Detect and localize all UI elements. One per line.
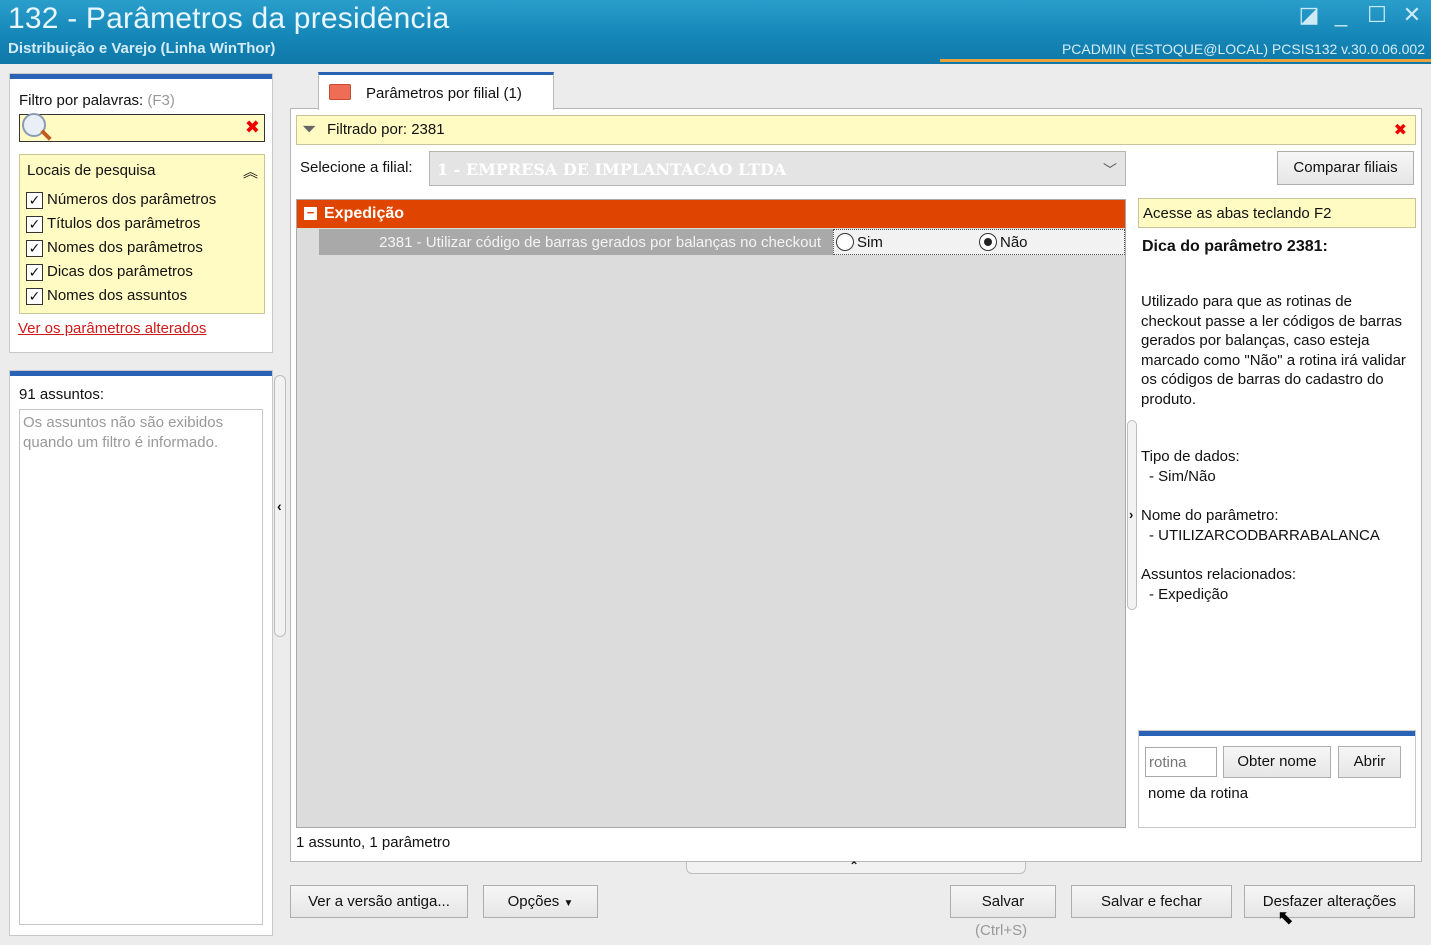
maximize-icon[interactable]: ☐ bbox=[1366, 4, 1388, 26]
options-button[interactable]: Opções ▼ bbox=[483, 885, 598, 918]
window-subtitle: Distribuição e Varejo (Linha WinThor) bbox=[8, 40, 276, 57]
tab-branch-parameters[interactable]: Parâmetros por filial (1) bbox=[318, 72, 554, 110]
panel-accent-bar bbox=[10, 371, 272, 376]
option-label: Nomes dos parâmetros bbox=[47, 239, 203, 256]
search-input[interactable]: ✖ bbox=[19, 113, 265, 142]
checkbox-icon[interactable]: ✓ bbox=[26, 287, 43, 305]
filter-bar-text: Filtrado por: 2381 bbox=[327, 121, 445, 138]
window-title: 132 - Parâmetros da presidência bbox=[8, 2, 450, 35]
option-param-titles[interactable]: ✓ Títulos dos parâmetros bbox=[26, 215, 216, 239]
mouse-cursor-icon: ⬉ bbox=[1277, 907, 1294, 929]
option-label: Números dos parâmetros bbox=[47, 191, 217, 208]
checkbox-icon[interactable]: ✓ bbox=[26, 263, 43, 281]
minimize-icon[interactable]: _ bbox=[1330, 4, 1352, 26]
clear-search-icon[interactable]: ✖ bbox=[245, 117, 260, 138]
locations-options: ✓ Números dos parâmetros ✓ Títulos dos par… bbox=[26, 191, 216, 311]
filter-panel: Filtro por palavras: (F3) ✖ Locais de pe… bbox=[9, 73, 273, 353]
option-label: Dicas dos parâmetros bbox=[47, 263, 193, 280]
branch-select[interactable]: 1 - EMPRESA DE IMPLANTACAO LTDA ﹀ bbox=[429, 151, 1126, 186]
option-param-tips[interactable]: ✓ Dicas dos parâmetros bbox=[26, 263, 216, 287]
undo-changes-button[interactable]: Desfazer alterações bbox=[1244, 885, 1415, 918]
compare-branches-button[interactable]: Comparar filiais bbox=[1277, 151, 1414, 185]
close-icon[interactable]: ✕ bbox=[1401, 4, 1423, 26]
changed-params-link[interactable]: Ver os parâmetros alterados bbox=[18, 320, 206, 337]
right-splitter[interactable]: › bbox=[1127, 420, 1137, 610]
left-splitter[interactable]: ‹ bbox=[274, 375, 286, 637]
save-shortcut: (Ctrl+S) bbox=[975, 922, 1028, 939]
expand-bottom-icon[interactable]: ⌃ bbox=[849, 859, 859, 873]
option-param-names[interactable]: ✓ Nomes dos parâmetros bbox=[26, 239, 216, 263]
option-nao-label: Não bbox=[1000, 234, 1028, 251]
old-version-button[interactable]: Ver a versão antiga... bbox=[290, 885, 468, 918]
collapse-group-icon[interactable]: − bbox=[304, 206, 317, 220]
option-param-numbers[interactable]: ✓ Números dos parâmetros bbox=[26, 191, 216, 215]
open-button[interactable]: Abrir bbox=[1338, 746, 1401, 778]
checkbox-icon[interactable]: ✓ bbox=[26, 215, 43, 233]
user-info: PCADMIN (ESTOQUE@LOCAL) PCSIS132 v.30.0.… bbox=[1061, 41, 1425, 57]
checkbox-icon[interactable]: ✓ bbox=[26, 239, 43, 257]
clear-filter-icon[interactable]: ✖ bbox=[1394, 120, 1407, 140]
option-label: Títulos dos parâmetros bbox=[47, 215, 201, 232]
filter-shortcut: (F3) bbox=[147, 92, 175, 109]
save-close-button[interactable]: Salvar e fechar bbox=[1071, 885, 1232, 918]
branch-value: 1 - EMPRESA DE IMPLANTACAO LTDA bbox=[437, 160, 787, 179]
parameter-title: 2381 - Utilizar código de barras gerados… bbox=[319, 229, 833, 255]
group-header-expedicao[interactable]: − Expedição bbox=[297, 200, 1125, 228]
option-label: Nomes dos assuntos bbox=[47, 287, 188, 304]
title-accent-line bbox=[940, 59, 1431, 62]
parameters-grid: − Expedição 2381 - Utilizar código de ba… bbox=[296, 199, 1126, 828]
tip-text: Utilizado para que as rotinas de checkou… bbox=[1141, 293, 1406, 408]
filter-label-text: Filtro por palavras: bbox=[19, 92, 144, 109]
funnel-icon: ⏷ bbox=[302, 119, 317, 139]
chevron-down-icon: ﹀ bbox=[1103, 162, 1117, 178]
search-locations-box: Locais de pesquisa ︽ ✓ Números dos parâme… bbox=[19, 154, 265, 314]
param-name-label: Nome do parâmetro: bbox=[1141, 507, 1279, 524]
group-title: Expedição bbox=[324, 205, 405, 222]
caret-down-icon: ▼ bbox=[563, 898, 574, 909]
get-name-button[interactable]: Obter nome bbox=[1223, 746, 1331, 778]
panel-accent-bar bbox=[10, 74, 272, 79]
routine-name-label: nome da rotina bbox=[1148, 785, 1249, 802]
subjects-panel: 91 assuntos: Os assuntos não são exibido… bbox=[9, 370, 273, 936]
param-name-value: - UTILIZARCODBARRABALANCA bbox=[1149, 527, 1380, 544]
grid-summary: 1 assunto, 1 parâmetro bbox=[296, 834, 451, 851]
routine-box: Obter nome Abrir nome da rotina bbox=[1138, 730, 1416, 828]
parameter-value-cell[interactable]: Sim Não bbox=[833, 229, 1125, 255]
collapse-icon[interactable]: ︽ bbox=[243, 161, 258, 182]
tabs-hint: Acesse as abas teclando F2 bbox=[1143, 205, 1332, 222]
filter-bar: ⏷ Filtrado por: 2381 ✖ bbox=[296, 115, 1416, 145]
subjects-count: 91 assuntos: bbox=[19, 386, 105, 403]
title-bar: 132 - Parâmetros da presidência Distribu… bbox=[0, 0, 1431, 64]
radio-nao[interactable] bbox=[979, 233, 997, 251]
tab-label: Parâmetros por filial (1) bbox=[366, 85, 522, 102]
related-label: Assuntos relacionados: bbox=[1141, 566, 1297, 583]
option-subject-names[interactable]: ✓ Nomes dos assuntos bbox=[26, 287, 216, 311]
option-sim-label: Sim bbox=[857, 234, 883, 251]
save-button[interactable]: Salvar bbox=[950, 885, 1056, 918]
related-value: - Expedição bbox=[1149, 586, 1229, 603]
routine-input[interactable] bbox=[1145, 747, 1217, 777]
parameter-row[interactable]: 2381 - Utilizar código de barras gerados… bbox=[319, 229, 1125, 255]
filter-label: Filtro por palavras: (F3) bbox=[19, 92, 175, 109]
radio-sim[interactable] bbox=[836, 233, 854, 251]
panel-accent-bar bbox=[1139, 731, 1415, 736]
restore-icon[interactable]: ◪ bbox=[1298, 4, 1320, 26]
data-type-label: Tipo de dados: bbox=[1141, 448, 1240, 465]
subjects-list[interactable]: Os assuntos não são exibidos quando um f… bbox=[19, 409, 263, 925]
tip-title: Dica do parâmetro 2381: bbox=[1142, 238, 1328, 255]
options-label: Opções bbox=[507, 893, 560, 910]
data-type-value: - Sim/Não bbox=[1149, 468, 1216, 485]
radio-selected-dot bbox=[984, 238, 992, 246]
tabs-hint-box: Acesse as abas teclando F2 bbox=[1138, 198, 1416, 228]
search-icon-handle bbox=[40, 129, 52, 141]
folder-icon bbox=[329, 84, 351, 100]
expand-right-icon[interactable]: › bbox=[1129, 507, 1133, 522]
branch-label: Selecione a filial: bbox=[300, 159, 413, 176]
subjects-empty-message: Os assuntos não são exibidos quando um f… bbox=[23, 414, 224, 451]
locations-title: Locais de pesquisa bbox=[27, 162, 156, 179]
bottom-splitter[interactable]: ⌃ bbox=[686, 859, 1026, 874]
checkbox-icon[interactable]: ✓ bbox=[26, 191, 43, 209]
collapse-left-icon[interactable]: ‹ bbox=[277, 498, 282, 514]
